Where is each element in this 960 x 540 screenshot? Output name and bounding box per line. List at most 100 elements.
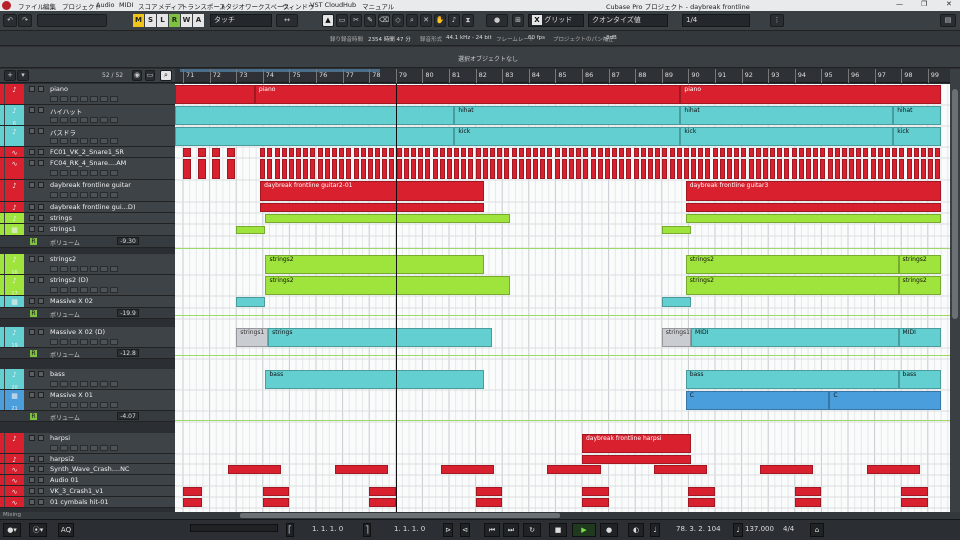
track-controls[interactable] bbox=[50, 287, 170, 294]
snare-hit[interactable] bbox=[353, 148, 359, 157]
snare-hit[interactable] bbox=[669, 159, 675, 179]
snare-hit[interactable] bbox=[518, 148, 524, 157]
event-piano[interactable]: piano bbox=[254, 85, 681, 104]
write-icon[interactable] bbox=[80, 170, 88, 176]
snare-hit[interactable] bbox=[432, 159, 438, 179]
snare-hit[interactable] bbox=[726, 148, 732, 157]
track-controls[interactable] bbox=[50, 266, 170, 273]
record-enable-icon[interactable] bbox=[50, 445, 58, 451]
right-locator[interactable]: 1. 1. 1. 0 bbox=[394, 525, 425, 533]
track-name[interactable]: バスドラ bbox=[50, 127, 76, 137]
project-cursor[interactable] bbox=[396, 84, 397, 512]
snare-hit[interactable] bbox=[267, 159, 273, 179]
track-name[interactable]: Audio 01 bbox=[50, 476, 79, 484]
cymbal-event[interactable] bbox=[262, 498, 290, 507]
snare-hit[interactable] bbox=[461, 159, 467, 179]
lane-icon[interactable] bbox=[110, 287, 118, 293]
right-locator-icon[interactable]: ⎤ bbox=[363, 523, 371, 537]
automation-mode-select[interactable]: タッチ bbox=[210, 14, 272, 27]
snare-hit[interactable] bbox=[446, 148, 452, 157]
freeze-icon[interactable] bbox=[100, 192, 108, 198]
quantize-preset-icon[interactable]: ⋮ bbox=[770, 14, 784, 27]
tempo-display[interactable]: 137.000 bbox=[745, 525, 774, 533]
crash-event[interactable] bbox=[183, 487, 202, 496]
play-icon[interactable]: ▶ bbox=[572, 523, 596, 537]
automation-lane[interactable]: R ボリューム -9.30 bbox=[0, 236, 175, 248]
menu-hub[interactable]: Hub bbox=[343, 1, 356, 9]
snare-hit[interactable] bbox=[834, 159, 840, 179]
snare-hit[interactable] bbox=[197, 159, 206, 179]
snare-hit[interactable] bbox=[317, 159, 323, 179]
snare-hit[interactable] bbox=[303, 148, 309, 157]
timeline-ruler[interactable]: 71 72 73 74 75 76 77 78 79 80 81 82 83 84 85 86 87 88 89 90… bbox=[175, 69, 950, 83]
event-daybreak-frontline-guitar3[interactable]: daybreak frontline guitar3 bbox=[685, 181, 942, 201]
snare-hit[interactable] bbox=[339, 148, 345, 157]
lane-icon[interactable] bbox=[110, 339, 118, 345]
snare-hit[interactable] bbox=[375, 148, 381, 157]
read-automation-icon[interactable]: R bbox=[30, 238, 37, 245]
snare-hit[interactable] bbox=[784, 148, 790, 157]
position-marker-icon[interactable]: ♩ bbox=[650, 523, 660, 537]
snare-hit[interactable] bbox=[554, 148, 560, 157]
cymbal-event[interactable] bbox=[794, 498, 822, 507]
solo-button[interactable] bbox=[38, 298, 44, 304]
track-name[interactable]: Synth_Wave_Crash....NC bbox=[50, 465, 129, 473]
go-to-end-icon[interactable]: ⏭ bbox=[503, 523, 519, 537]
snare-hit[interactable] bbox=[439, 159, 445, 179]
snare-hit[interactable] bbox=[317, 148, 323, 157]
snare-hit[interactable] bbox=[712, 159, 718, 179]
solo-button[interactable] bbox=[38, 329, 44, 335]
quantize-value-select[interactable]: 1/4 bbox=[682, 14, 750, 27]
cymbal-event[interactable] bbox=[688, 498, 715, 507]
snare-hit[interactable] bbox=[533, 148, 539, 157]
track-name[interactable]: strings2 (D) bbox=[50, 276, 88, 284]
horizontal-scroll-thumb[interactable] bbox=[240, 513, 560, 518]
snare-hit[interactable] bbox=[612, 159, 618, 179]
snare-hit[interactable] bbox=[683, 159, 689, 179]
snare-hit[interactable] bbox=[691, 159, 697, 179]
mute-button[interactable] bbox=[29, 204, 35, 210]
tempo-icon[interactable]: ♩ bbox=[733, 523, 743, 537]
snare-hit[interactable] bbox=[906, 148, 912, 157]
snare-hit[interactable] bbox=[475, 148, 481, 157]
monitor-icon[interactable] bbox=[60, 192, 68, 198]
snare-hit[interactable] bbox=[324, 148, 330, 157]
snare-hit[interactable] bbox=[454, 148, 460, 157]
menu-media[interactable]: メディア bbox=[158, 1, 184, 11]
snare-hit[interactable] bbox=[748, 148, 754, 157]
snare-hit[interactable] bbox=[410, 159, 416, 179]
freeze-icon[interactable] bbox=[100, 339, 108, 345]
event-strings1[interactable]: strings1 bbox=[236, 328, 269, 347]
menu-score[interactable]: スコア bbox=[138, 1, 158, 11]
solo-button[interactable] bbox=[38, 182, 44, 188]
automation-lane[interactable]: R ボリューム -19.9 bbox=[0, 308, 175, 319]
snare-hit[interactable] bbox=[576, 159, 582, 179]
track-2[interactable]: ♪ 6 ハイハット bbox=[0, 105, 175, 127]
track-name[interactable]: strings1 bbox=[50, 225, 76, 233]
visibility-icon[interactable]: ◉ bbox=[132, 70, 142, 81]
read-icon[interactable] bbox=[70, 339, 78, 345]
snare-hit[interactable] bbox=[497, 159, 503, 179]
edit-icon[interactable] bbox=[90, 287, 98, 293]
close-button[interactable]: ✕ bbox=[946, 0, 952, 8]
pointer-tool-icon[interactable]: ▲ bbox=[322, 14, 334, 27]
snare-hit[interactable] bbox=[554, 159, 560, 179]
snare-hit[interactable] bbox=[755, 148, 761, 157]
snare-hit[interactable] bbox=[468, 159, 474, 179]
quantize-type-select[interactable]: クオンタイズ値 bbox=[588, 14, 668, 27]
mute-button[interactable] bbox=[29, 182, 35, 188]
write-icon[interactable] bbox=[80, 117, 88, 123]
snare-hit[interactable] bbox=[288, 159, 294, 179]
snare-hit[interactable] bbox=[633, 148, 639, 157]
snare-hit[interactable] bbox=[212, 159, 221, 179]
crash-event[interactable] bbox=[653, 465, 707, 474]
crash-event[interactable] bbox=[547, 465, 601, 474]
snare-hit[interactable] bbox=[183, 148, 191, 157]
snare-hit[interactable] bbox=[410, 148, 416, 157]
track-9[interactable]: ▦15 strings1 bbox=[0, 224, 175, 246]
track-3[interactable]: ♪ バスドラ bbox=[0, 126, 175, 147]
freeze-icon[interactable] bbox=[100, 402, 108, 408]
snare-hit[interactable] bbox=[935, 159, 941, 179]
event-hihat[interactable]: hihat bbox=[454, 106, 681, 125]
snare-hit[interactable] bbox=[561, 159, 567, 179]
